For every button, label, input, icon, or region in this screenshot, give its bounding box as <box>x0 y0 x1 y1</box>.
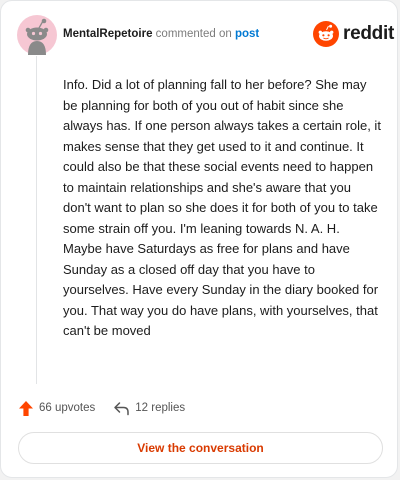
username-link[interactable]: MentalRepetoire <box>63 28 152 40</box>
upvote-arrow-icon <box>19 400 33 416</box>
comment-stats: 66 upvotes 12 replies <box>18 398 185 418</box>
upvotes[interactable]: 66 upvotes <box>18 400 95 417</box>
view-conversation-button[interactable]: View the conversation <box>18 432 383 464</box>
comment-card: MentalRepetoire commented on post reddit… <box>0 0 398 478</box>
avatar[interactable] <box>17 15 57 55</box>
reply-arrow-icon <box>114 401 130 415</box>
comment-body: Info. Did a lot of planning fall to her … <box>63 77 381 338</box>
replies[interactable]: 12 replies <box>113 401 185 416</box>
action-text: commented on <box>155 28 232 40</box>
snoo-avatar-icon <box>17 15 57 55</box>
upvotes-count: 66 upvotes <box>39 402 96 414</box>
reddit-wordmark: reddit <box>343 23 394 44</box>
comment-header: MentalRepetoire commented on post <box>63 27 259 41</box>
reddit-snoo-icon <box>313 21 339 47</box>
replies-count: 12 replies <box>135 402 186 414</box>
post-link[interactable]: post <box>235 28 259 40</box>
reddit-logo[interactable]: reddit <box>313 21 394 47</box>
thread-line <box>36 56 37 384</box>
